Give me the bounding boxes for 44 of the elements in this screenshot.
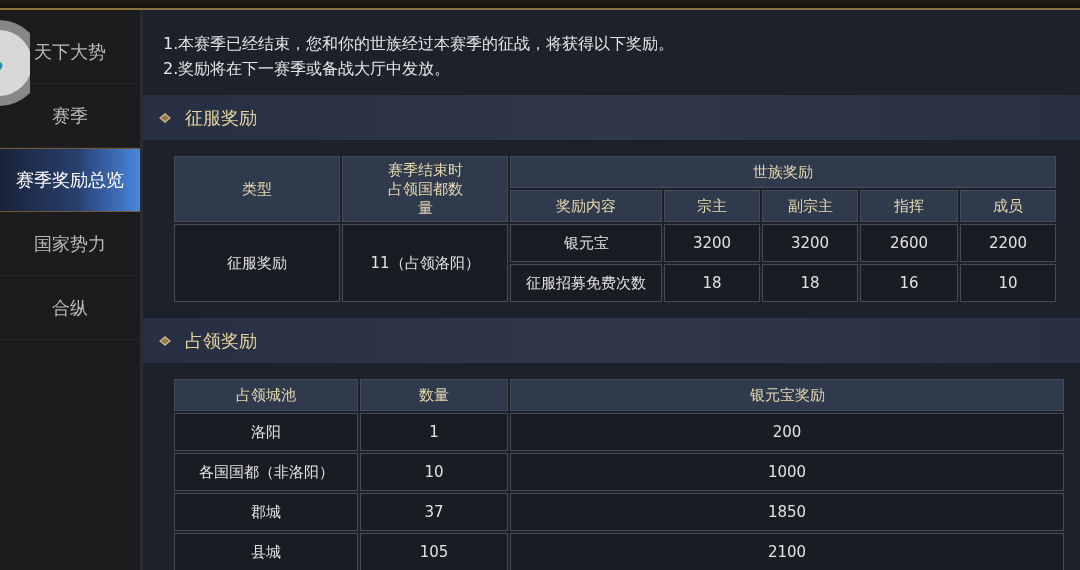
- sidebar-item[interactable]: 合纵: [0, 276, 140, 340]
- section-title: 占领奖励: [185, 328, 257, 353]
- table-cell: 105: [360, 533, 508, 570]
- column-header: 世族奖励: [510, 156, 1057, 188]
- table-cell: 2200: [960, 224, 1057, 262]
- diamond-icon: [159, 335, 171, 346]
- column-header: 类型: [174, 156, 340, 222]
- column-header: 宗主: [664, 190, 760, 222]
- table-cell: 银元宝: [510, 224, 662, 262]
- sidebar-item[interactable]: 赛季奖励总览: [0, 148, 140, 212]
- table-cell: 2100: [510, 533, 1064, 570]
- table-cell: 37: [360, 493, 508, 531]
- notice-text: 1.本赛季已经结束，您和你的世族经过本赛季的征战，将获得以下奖励。: [163, 34, 676, 54]
- table-cell: 1000: [510, 453, 1064, 491]
- table-cell: 1850: [510, 493, 1064, 531]
- table-cell: 18: [762, 264, 858, 302]
- column-header: 赛季结束时占领国都数量: [342, 156, 508, 222]
- column-header: 数量: [360, 379, 508, 411]
- table-cell: 征服奖励: [174, 224, 340, 302]
- table-cell: 洛阳: [174, 413, 358, 451]
- table-cell: 县城: [174, 533, 358, 570]
- section-title: 征服奖励: [185, 105, 257, 130]
- table-cell: 郡城: [174, 493, 358, 531]
- column-header: 指挥: [860, 190, 958, 222]
- table-cell: 10: [360, 453, 508, 491]
- table-cell: 18: [664, 264, 760, 302]
- column-header: 银元宝奖励: [510, 379, 1064, 411]
- table-cell: 200: [510, 413, 1064, 451]
- table-cell: 2600: [860, 224, 958, 262]
- column-header: 副宗主: [762, 190, 858, 222]
- table-cell: 3200: [664, 224, 760, 262]
- table-cell: 16: [860, 264, 958, 302]
- column-header: 奖励内容: [510, 190, 662, 222]
- table-cell: 各国国都（非洛阳）: [174, 453, 358, 491]
- notice-text: 2.奖励将在下一赛季或备战大厅中发放。: [163, 59, 452, 79]
- diamond-icon: [159, 112, 171, 123]
- column-header: 成员: [960, 190, 1057, 222]
- table-cell: 10: [960, 264, 1057, 302]
- column-header: 占领城池: [174, 379, 358, 411]
- table-cell: 3200: [762, 224, 858, 262]
- sidebar-item[interactable]: 国家势力: [0, 212, 140, 276]
- table-cell: 1: [360, 413, 508, 451]
- table-cell: 11（占领洛阳）: [342, 224, 508, 302]
- table-cell: 征服招募免费次数: [510, 264, 662, 302]
